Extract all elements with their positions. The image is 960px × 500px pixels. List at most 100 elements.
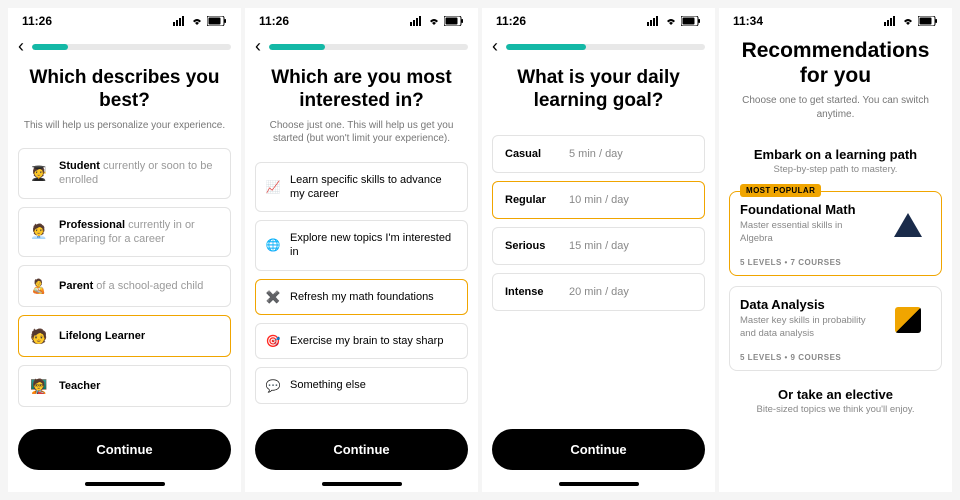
status-icons	[173, 16, 227, 26]
option-list: 🧑‍🎓 Student currently or soon to be enro…	[8, 144, 241, 419]
goal-name: Serious	[505, 240, 555, 252]
teacher-icon: 🧑‍🏫	[29, 376, 49, 396]
goal-name: Casual	[505, 148, 555, 160]
signal-icon	[173, 16, 187, 26]
option-label: Something else	[290, 378, 457, 392]
goal-serious[interactable]: Serious 15 min / day	[492, 227, 705, 265]
screen-interested-in: 11:26 ‹ Which are you most interested in…	[245, 8, 478, 492]
goal-value: 10 min / day	[569, 194, 629, 206]
math-icon: ✖️	[266, 290, 280, 304]
option-student[interactable]: 🧑‍🎓 Student currently or soon to be enro…	[18, 148, 231, 199]
parent-icon: 🧑‍🍼	[29, 276, 49, 296]
goal-value: 5 min / day	[569, 148, 623, 160]
option-advance-career[interactable]: 📈 Learn specific skills to advance my ca…	[255, 162, 468, 213]
option-label: Lifelong Learner	[59, 329, 220, 343]
card-meta: 5 LEVELS • 7 COURSES	[740, 258, 931, 267]
section-title: Or take an elective	[741, 387, 930, 402]
learner-icon: 🧑	[29, 326, 49, 346]
signal-icon	[884, 16, 898, 26]
section-title: Embark on a learning path	[731, 147, 940, 162]
option-something-else[interactable]: 💬 Something else	[255, 367, 468, 403]
progress-bar	[506, 44, 705, 50]
continue-button[interactable]: Continue	[255, 429, 468, 470]
back-button[interactable]: ‹	[255, 36, 261, 57]
target-icon: 🎯	[266, 334, 280, 348]
option-label: Explore new topics I'm interested in	[290, 231, 457, 260]
status-icons	[884, 16, 938, 26]
recommendation-list: MOST POPULAR Foundational Math Master es…	[719, 175, 952, 492]
card-desc: Master essential skills in Algebra	[740, 220, 877, 245]
goal-name: Intense	[505, 286, 555, 298]
home-indicator[interactable]	[85, 482, 165, 486]
card-meta: 5 LEVELS • 9 COURSES	[740, 353, 931, 362]
status-bar: 11:26	[245, 8, 478, 30]
nav-row: ‹	[8, 30, 241, 67]
page-title: Which are you most interested in?	[257, 67, 466, 113]
back-button[interactable]: ‹	[18, 36, 24, 57]
section-elective: Or take an elective Bite-sized topics we…	[729, 381, 942, 415]
back-button[interactable]: ‹	[492, 36, 498, 57]
card-desc: Master key skills in probability and dat…	[740, 315, 877, 340]
status-icons	[410, 16, 464, 26]
goal-casual[interactable]: Casual 5 min / day	[492, 135, 705, 173]
status-bar: 11:26	[482, 8, 715, 30]
screen-daily-goal: 11:26 ‹ What is your daily learning goal…	[482, 8, 715, 492]
option-lifelong-learner[interactable]: 🧑 Lifelong Learner	[18, 315, 231, 357]
option-exercise-brain[interactable]: 🎯 Exercise my brain to stay sharp	[255, 323, 468, 359]
page-subtitle: This will help us personalize your exper…	[20, 119, 229, 133]
option-refresh-math[interactable]: ✖️ Refresh my math foundations	[255, 279, 468, 315]
goal-value: 20 min / day	[569, 286, 629, 298]
option-label: Professional currently in or preparing f…	[59, 218, 220, 247]
card-foundational-math[interactable]: MOST POPULAR Foundational Math Master es…	[729, 191, 942, 276]
professional-icon: 🧑‍💼	[29, 222, 49, 242]
student-icon: 🧑‍🎓	[29, 163, 49, 183]
option-label: Student currently or soon to be enrolled	[59, 159, 220, 188]
status-time: 11:26	[259, 14, 289, 28]
page-title: Recommendations for you	[731, 38, 940, 88]
battery-icon	[681, 16, 701, 26]
option-label: Teacher	[59, 379, 220, 393]
option-explore-topics[interactable]: 🌐 Explore new topics I'm interested in	[255, 220, 468, 271]
card-title: Data Analysis	[740, 297, 877, 312]
page-subtitle: Choose one to get started. You can switc…	[731, 94, 940, 121]
battery-icon	[918, 16, 938, 26]
goal-intense[interactable]: Intense 20 min / day	[492, 273, 705, 311]
screen-recommendations: 11:34 Recommendations for you Choose one…	[719, 8, 952, 492]
goal-regular[interactable]: Regular 10 min / day	[492, 181, 705, 219]
battery-icon	[444, 16, 464, 26]
status-time: 11:34	[733, 14, 763, 28]
goal-name: Regular	[505, 194, 555, 206]
card-title: Foundational Math	[740, 202, 877, 217]
goal-value: 15 min / day	[569, 240, 629, 252]
status-icons	[647, 16, 701, 26]
option-teacher[interactable]: 🧑‍🏫 Teacher	[18, 365, 231, 407]
status-time: 11:26	[22, 14, 52, 28]
home-indicator[interactable]	[322, 482, 402, 486]
option-label: Learn specific skills to advance my care…	[290, 173, 457, 202]
page-title: Which describes you best?	[20, 67, 229, 113]
screen-describe-you: 11:26 ‹ Which describes you best? This w…	[8, 8, 241, 492]
card-data-analysis[interactable]: Data Analysis Master key skills in proba…	[729, 286, 942, 371]
option-list: 📈 Learn specific skills to advance my ca…	[245, 158, 478, 419]
battery-icon	[207, 16, 227, 26]
signal-icon	[410, 16, 424, 26]
signal-icon	[647, 16, 661, 26]
wifi-icon	[664, 16, 678, 26]
continue-button[interactable]: Continue	[492, 429, 705, 470]
section-subtitle: Step-by-step path to mastery.	[731, 164, 940, 175]
progress-bar	[32, 44, 231, 50]
section-subtitle: Bite-sized topics we think you'll enjoy.	[741, 404, 930, 415]
globe-icon: 🌐	[266, 238, 280, 252]
status-time: 11:26	[496, 14, 526, 28]
continue-button[interactable]: Continue	[18, 429, 231, 470]
wifi-icon	[190, 16, 204, 26]
page-title: What is your daily learning goal?	[494, 67, 703, 113]
wifi-icon	[427, 16, 441, 26]
option-label: Parent of a school-aged child	[59, 279, 220, 293]
home-indicator[interactable]	[559, 482, 639, 486]
trend-icon: 📈	[266, 180, 280, 194]
option-professional[interactable]: 🧑‍💼 Professional currently in or prepari…	[18, 207, 231, 258]
data-art-icon	[885, 297, 931, 343]
option-label: Refresh my math foundations	[290, 290, 457, 304]
option-parent[interactable]: 🧑‍🍼 Parent of a school-aged child	[18, 265, 231, 307]
